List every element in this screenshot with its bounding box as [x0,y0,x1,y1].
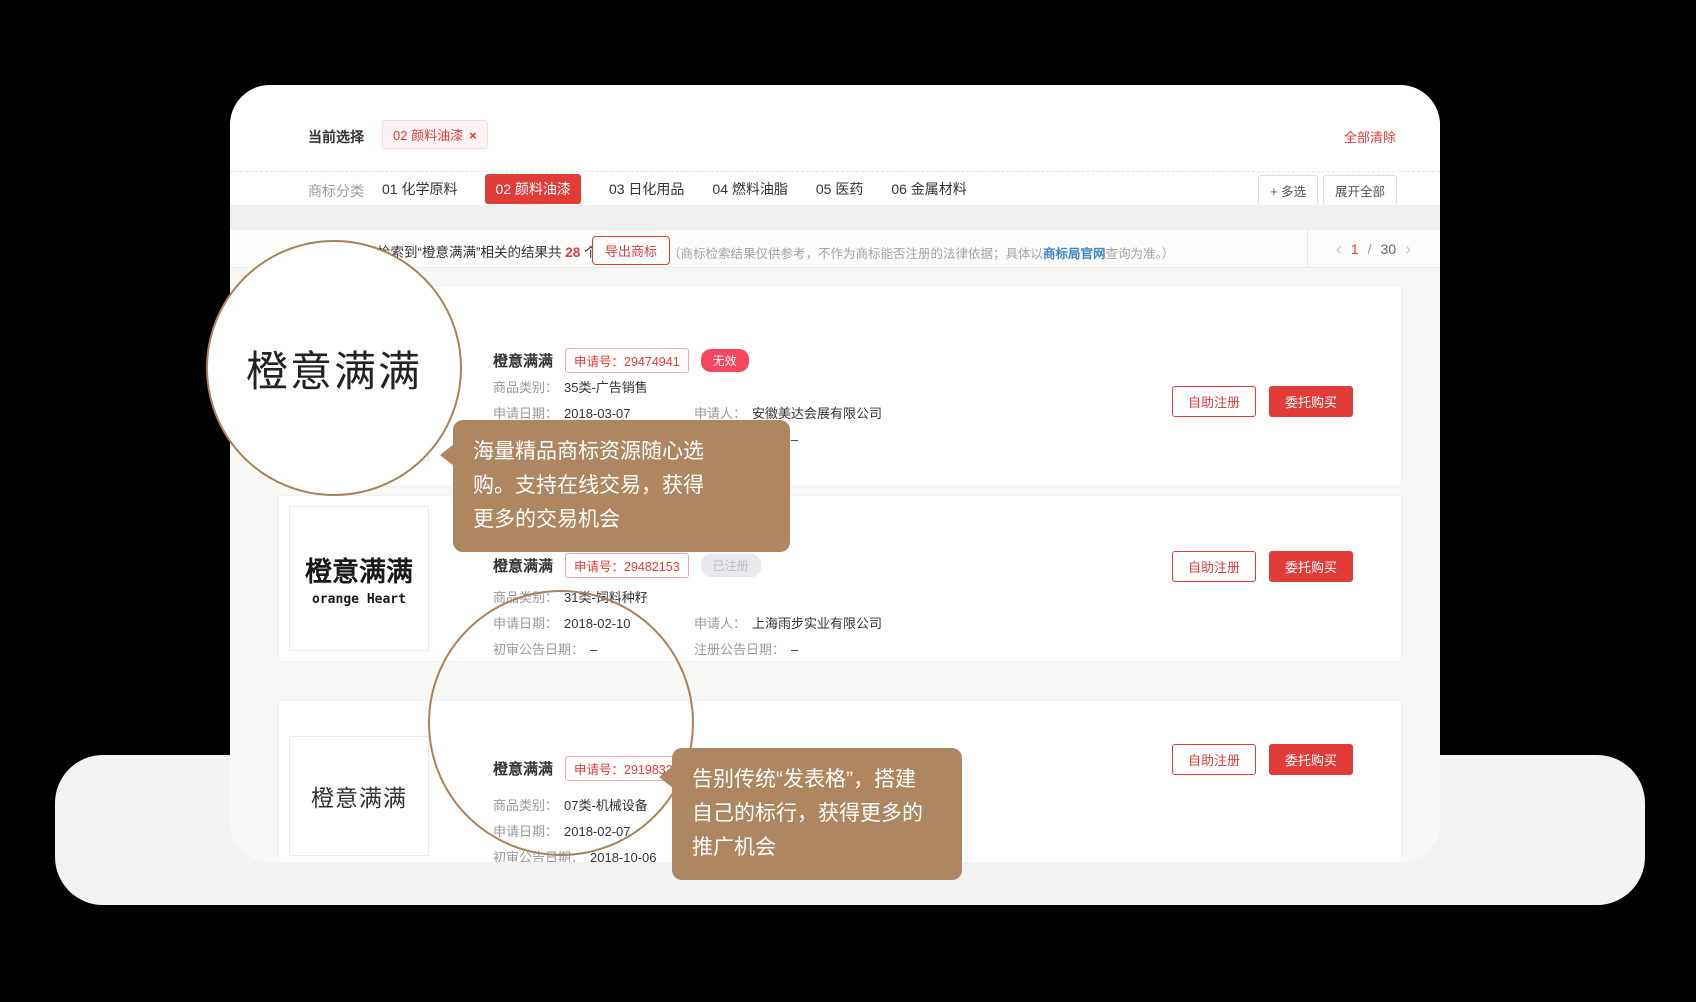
disclaimer-text: （商标检索结果仅供参考，不作为商标能否注册的法律依据；具体以商标局官网查询为准。… [668,243,1174,262]
self-register-button[interactable]: 自助注册 [1172,551,1256,582]
application-number-value: 29474941 [624,355,680,369]
disclaimer-prefix: （商标检索结果仅供参考，不作为商标能否注册的法律依据；具体以 [668,247,1043,261]
entrust-buy-button[interactable]: 委托购买 [1269,386,1353,417]
category-tabs: 01 化学原料 02 颜料油漆 03 日化用品 04 燃料油脂 05 医药 06… [382,175,967,203]
entrust-buy-button[interactable]: 委托购买 [1269,551,1353,582]
pagination-total-pages: 30 [1381,241,1397,257]
reg-pub-label: 注册公告日期： [694,642,785,657]
application-number-label: 申请号： [574,355,624,369]
row-title-line: 橙意满满 申请号：29474941 无效 [493,348,749,373]
application-number-tag: 申请号：29482153 [565,553,689,578]
trademark-image-subtext: orange Heart [312,592,406,607]
tooltip-line: 更多的交易机会 [473,503,770,537]
magnifier-circle: 橙意满满 [206,240,462,496]
category-label: 商品类别： [493,380,558,395]
tooltip-marketplace: 海量精品商标资源随心选 购。支持在线交易，获得 更多的交易机会 [453,420,790,552]
category-bar-label: 商标分类 [308,181,364,201]
reg-pub-value: – [791,432,798,447]
tooltip-line: 自己的标行，获得更多的 [692,797,942,831]
filter-bar: 当前选择 02 颜料油漆 × 全部清除 [230,85,1440,172]
status-badge: 已注册 [701,554,761,577]
section-divider-strip [230,205,1440,230]
category-bar: 商标分类 01 化学原料 02 颜料油漆 03 日化用品 04 燃料油脂 05 … [230,173,1440,205]
tooltip-line: 推广机会 [692,831,942,865]
browser-card: 当前选择 02 颜料油漆 × 全部清除 商标分类 01 化学原料 02 颜料油漆 … [230,85,1440,862]
category-tab-01[interactable]: 01 化学原料 [382,179,457,199]
tooltip-line: 告别传统“发表格”，搭建 [692,763,942,797]
disclaimer-suffix: 查询为准。） [1106,247,1175,261]
category-tab-06[interactable]: 06 金属材料 [891,179,966,199]
applicant-value: 上海雨步实业有限公司 [752,616,882,631]
self-register-button[interactable]: 自助注册 [1172,386,1256,417]
entrust-buy-button[interactable]: 委托购买 [1269,744,1353,775]
category-tab-05[interactable]: 05 医药 [816,179,863,199]
pagination-prev-icon[interactable]: ‹ [1336,240,1342,258]
tooltip-line: 购。支持在线交易，获得 [473,469,770,503]
pagination-next-icon[interactable]: › [1405,240,1411,258]
trademark-image: 橙意满满 [289,736,429,856]
detail-line: 商品类别： 35类-广告销售 [493,377,1253,403]
trademark-office-link[interactable]: 商标局官网 [1043,247,1106,261]
apply-date-label: 申请日期： [493,406,558,421]
reg-pub-value: – [791,642,798,657]
page-background: 当前选择 02 颜料油漆 × 全部清除 商标分类 01 化学原料 02 颜料油漆 … [0,0,1696,1002]
category-tab-04[interactable]: 04 燃料油脂 [712,179,787,199]
reg-pub-cell: 注册公告日期：– [694,639,798,658]
pagination: ‹ 1 / 30 › [1307,230,1440,268]
selected-filter-tag-text: 02 颜料油漆 [393,128,463,143]
export-trademark-button[interactable]: 导出商标 [592,236,670,265]
multi-select-button[interactable]: + 多选 [1258,175,1318,206]
trademark-name: 橙意满满 [493,350,553,371]
applicant-value: 安徽美达会展有限公司 [752,406,882,421]
application-number-value: 29482153 [624,560,680,574]
category-value: 35类-广告销售 [564,380,648,395]
results-count: 28 [565,245,580,260]
results-header: 为您检索到“橙意满满”相关的结果共 28 个 导出商标 （商标检索结果仅供参考，… [230,230,1440,268]
application-number-tag: 申请号：29474941 [565,348,689,373]
applicant-label: 申请人： [694,406,746,421]
trademark-name: 橙意满满 [493,555,553,576]
first-pub-value: 2018-10-06 [590,850,657,862]
selected-filter-tag[interactable]: 02 颜料油漆 × [382,120,488,149]
self-register-button[interactable]: 自助注册 [1172,744,1256,775]
expand-all-button[interactable]: 展开全部 [1323,175,1397,206]
trademark-image-text: 橙意满满 [311,779,407,813]
category-tab-02-active[interactable]: 02 颜料油漆 [485,174,580,204]
application-number-label: 申请号： [574,560,624,574]
trademark-image-text: 橙意满满 [305,550,413,589]
pagination-current-page: 1 [1351,241,1359,257]
category-tab-03[interactable]: 03 日化用品 [609,179,684,199]
applicant-cell: 申请人： 上海雨步实业有限公司 [694,613,882,632]
row-title-line: 橙意满满 申请号：29482153 已注册 [493,553,761,578]
trademark-image: 橙意满满 orange Heart [289,506,429,651]
pagination-separator: / [1368,241,1372,257]
magnifier-ring [428,590,694,856]
row-actions: 自助注册 委托购买 [1172,744,1353,775]
table-row: 橙意满满 orange Heart 橙意满满 申请号：29482153 已注册 … [278,495,1402,662]
tooltip-line: 海量精品商标资源随心选 [473,435,770,469]
row-actions: 自助注册 委托购买 [1172,551,1353,582]
current-selection-label: 当前选择 [308,127,364,147]
clear-all-button[interactable]: 全部清除 [1344,127,1396,146]
magnified-trademark-text: 橙意满满 [246,338,422,399]
applicant-label: 申请人： [694,616,746,631]
tooltip-promotion: 告别传统“发表格”，搭建 自己的标行，获得更多的 推广机会 [672,748,962,880]
status-badge: 无效 [701,349,749,372]
tag-close-icon[interactable]: × [469,128,477,143]
row-actions: 自助注册 委托购买 [1172,386,1353,417]
apply-date-value: 2018-03-07 [564,406,631,421]
